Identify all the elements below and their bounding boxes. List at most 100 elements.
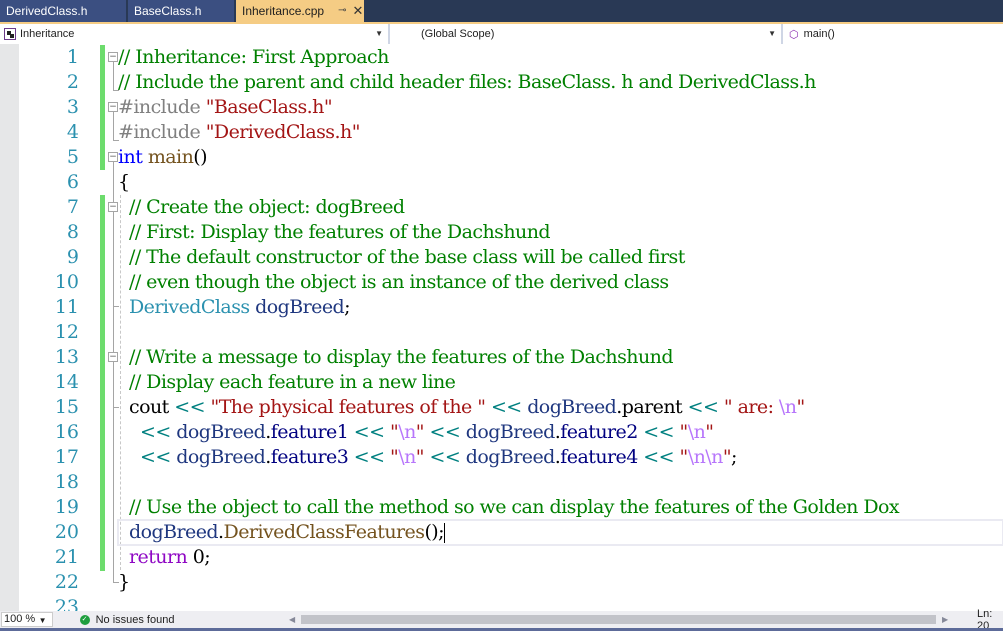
indicator-margin — [0, 44, 19, 611]
line-number: 3 — [66, 96, 79, 118]
tab-label: Inheritance.cpp — [242, 4, 325, 18]
line-number: 19 — [54, 496, 79, 518]
comment: // First: Display the features of the Da… — [128, 221, 551, 243]
issues-indicator[interactable]: ✓ No issues found — [79, 613, 224, 626]
horizontal-scrollbar[interactable]: ◀ ▶ — [287, 612, 950, 627]
string: " — [679, 421, 689, 443]
current-code-line: dogBreed.DerivedClassFeatures(); — [117, 519, 1003, 546]
comment: // Write a message to display the featur… — [128, 346, 674, 368]
editor-status-bar: 100 % ▼ ✓ No issues found ◀ ▶ Ln: 20 — [0, 608, 1003, 631]
identifier: dogBreed — [255, 296, 345, 318]
code-line: #include "DerivedClass.h" — [118, 120, 1003, 145]
escape-sequence: \n\n — [687, 446, 724, 468]
tab-baseclass-h[interactable]: BaseClass.h — [128, 0, 234, 22]
member-dropdown[interactable]: ⬡ main() — [783, 24, 1003, 44]
comment: // Use the object to call the method so … — [128, 496, 900, 518]
comment: // The default constructor of the base c… — [128, 246, 685, 268]
operator: << — [139, 446, 171, 468]
line-number: 5 — [66, 146, 79, 168]
line-number: 11 — [54, 296, 79, 318]
code-editor[interactable]: 1 2 3 4 5 6 7 8 9 10 11 12 13 14 15 16 1… — [0, 44, 1003, 611]
member-name: main() — [803, 28, 835, 40]
collapse-icon[interactable]: − — [108, 52, 118, 62]
member: feature4 — [560, 446, 638, 468]
escape-sequence: \n — [398, 421, 416, 443]
outline-bracket — [113, 203, 119, 307]
chevron-down-icon: ▼ — [38, 616, 47, 625]
scroll-right-icon[interactable]: ▶ — [940, 615, 950, 624]
identifier: dogBreed — [128, 521, 219, 543]
identifier: dogBreed — [465, 421, 556, 443]
code-line: cout << "The physical features of the " … — [118, 395, 1003, 420]
line-number: 13 — [54, 346, 79, 368]
identifier: cout — [128, 396, 169, 418]
operator: << — [490, 396, 522, 418]
operator: << — [429, 446, 461, 468]
code-line: // Include the parent and child header f… — [118, 70, 1003, 95]
operator: << — [139, 421, 171, 443]
operator: << — [353, 446, 385, 468]
line-number: 20 — [54, 521, 79, 543]
tab-derivedclass-h[interactable]: DerivedClass.h — [0, 0, 126, 22]
tab-label: BaseClass.h — [134, 4, 202, 18]
collapse-icon[interactable]: − — [108, 102, 118, 112]
operator: << — [643, 421, 675, 443]
code-line: return 0; — [118, 545, 1003, 570]
member: parent — [621, 396, 683, 418]
close-icon[interactable]: ✕ — [352, 3, 363, 19]
pin-icon[interactable]: ⊸ — [338, 5, 346, 16]
line-number: 4 — [66, 121, 79, 143]
identifier: dogBreed — [527, 396, 617, 418]
scope-dropdown[interactable]: (Global Scope) ▼ — [390, 24, 783, 44]
function-name: DerivedClassFeatures — [223, 521, 425, 543]
comment: // Create the object: dogBreed — [128, 196, 405, 218]
chevron-down-icon: ▼ — [768, 29, 776, 38]
operator: << — [687, 396, 719, 418]
scrollbar-thumb[interactable] — [301, 615, 937, 624]
string: " — [390, 446, 399, 468]
method-icon: ⬡ — [789, 28, 799, 41]
keyword: int — [118, 146, 143, 168]
line-number: 8 — [66, 221, 79, 243]
comment: // even though the object is an instance… — [128, 271, 669, 293]
string: "BaseClass.h" — [205, 96, 333, 118]
brace: { — [118, 171, 130, 193]
chevron-down-icon: ▼ — [375, 29, 383, 38]
code-text[interactable]: // Inheritance: First Approach // Includ… — [117, 45, 1003, 611]
line-number: 6 — [66, 171, 79, 193]
string: " — [796, 396, 805, 418]
tab-inheritance-cpp[interactable]: Inheritance.cpp ⊸ ✕ — [236, 0, 364, 22]
preprocessor: #include — [118, 121, 201, 143]
code-line: // Inheritance: First Approach — [118, 45, 1003, 70]
collapse-icon[interactable]: − — [108, 352, 118, 362]
issues-text: No issues found — [95, 613, 175, 626]
line-number: 7 — [66, 196, 79, 218]
code-line: // First: Display the features of the Da… — [118, 220, 1003, 245]
line-number: 12 — [54, 321, 79, 343]
string: " — [415, 421, 425, 443]
zoom-level-dropdown[interactable]: 100 % ▼ — [1, 612, 53, 627]
code-line: // even though the object is an instance… — [118, 270, 1003, 295]
scroll-left-icon[interactable]: ◀ — [287, 615, 297, 624]
string: "The physical features of the " — [210, 396, 486, 418]
project-dropdown[interactable]: Inheritance ▼ — [0, 24, 390, 44]
code-line: // Use the object to call the method so … — [118, 495, 1003, 520]
project-icon — [4, 28, 16, 40]
comment: // Include the parent and child header f… — [118, 71, 816, 93]
code-line: #include "BaseClass.h" — [118, 95, 1003, 120]
code-line: { — [118, 170, 1003, 195]
line-number: 22 — [54, 571, 79, 593]
comment: // Display each feature in a new line — [128, 371, 456, 393]
tab-label: DerivedClass.h — [6, 4, 88, 18]
string: "DerivedClass.h" — [205, 121, 361, 143]
collapse-icon[interactable]: − — [108, 202, 118, 212]
collapse-icon[interactable]: − — [108, 152, 118, 162]
change-tracking-bar — [100, 195, 105, 571]
project-name: Inheritance — [20, 28, 75, 40]
escape-sequence: \n — [398, 446, 416, 468]
line-number: 1 — [66, 46, 79, 68]
string: " are: — [723, 396, 779, 418]
